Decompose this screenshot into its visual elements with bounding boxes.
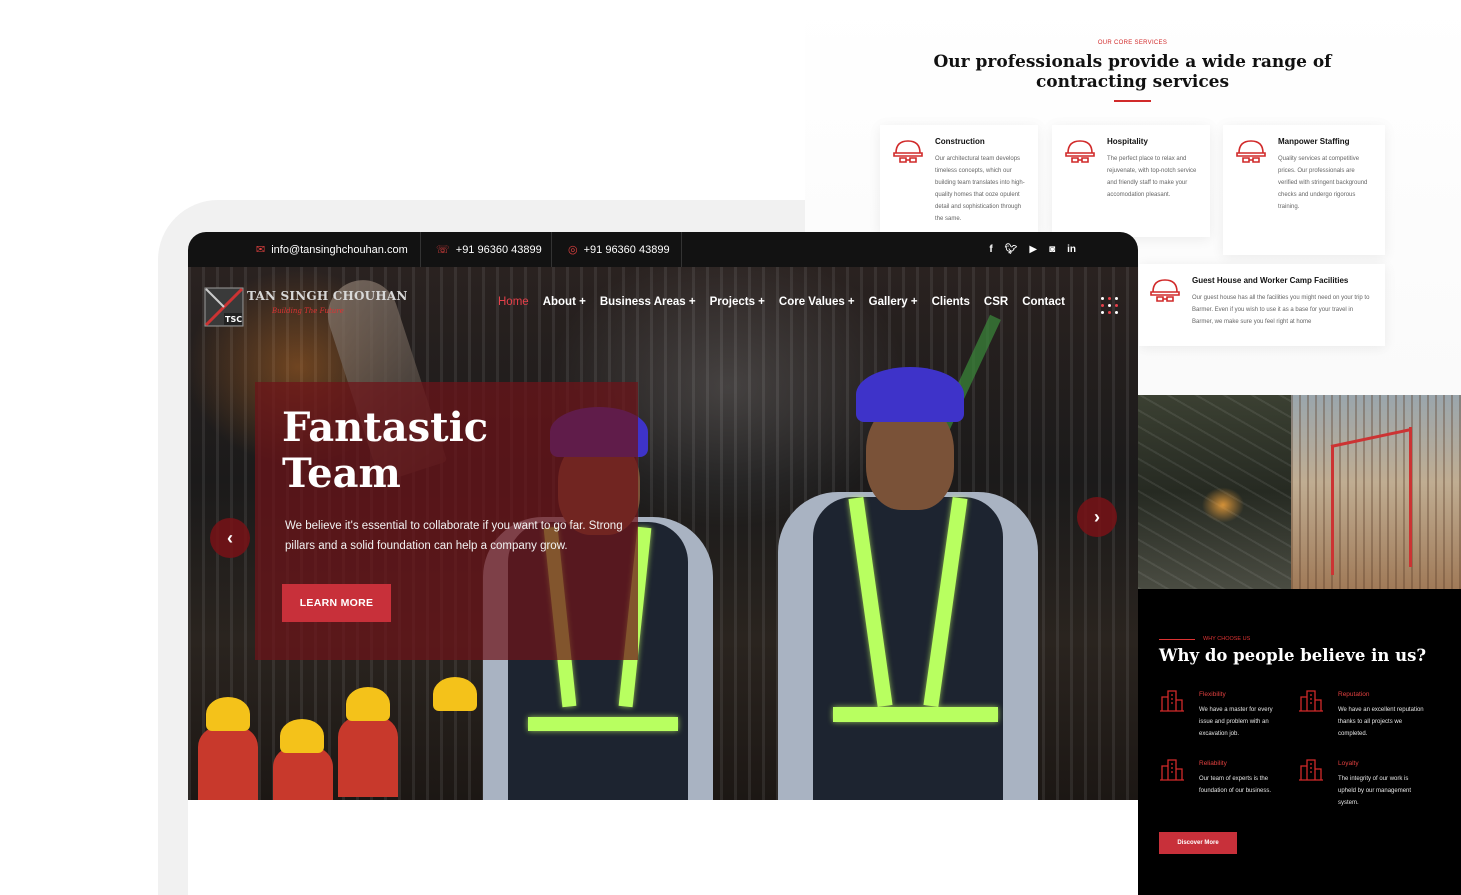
whatsapp-text: +91 96360 43899: [583, 243, 670, 256]
hard-hat-icon: [1150, 279, 1180, 302]
offcanvas-menu-icon[interactable]: [1101, 297, 1119, 315]
service-text: The perfect place to relax and rejuvenat…: [1107, 156, 1197, 198]
service-title: Manpower Staffing: [1278, 137, 1350, 146]
phone-text: +91 96360 43899: [455, 243, 542, 256]
twitter-icon[interactable]: 🐦︎: [1005, 244, 1018, 255]
nav-item-business-areas[interactable]: Business Areas +: [600, 296, 696, 308]
service-text: Our architectural team develops timeless…: [935, 156, 1025, 222]
hero-description: We believe it's essential to collaborate…: [285, 520, 623, 552]
youtube-icon[interactable]: ▶: [1029, 244, 1037, 255]
service-text: Our guest house has all the facilities y…: [1192, 295, 1370, 325]
nav-item-about[interactable]: About +: [543, 296, 586, 308]
top-bar: ✉ info@tansinghchouhan.com ☏ +91 96360 4…: [188, 232, 1138, 267]
divider: [681, 232, 682, 267]
service-text: Quality services at competitive prices. …: [1278, 156, 1368, 210]
why-item-text: We have an excellent reputation thanks t…: [1338, 707, 1424, 737]
service-card-construction[interactable]: Construction Our architectural team deve…: [880, 125, 1038, 237]
divider: [551, 232, 552, 267]
hard-hat-icon: [1065, 140, 1095, 163]
building-icon: [1299, 759, 1323, 781]
building-icon: [1299, 690, 1323, 712]
social-links: f 🐦︎ ▶ ◙ in: [989, 232, 1076, 267]
main-nav: TSC TAN SINGH CHOUHAN Building The Futur…: [188, 267, 1138, 337]
discover-more-button[interactable]: Discover More: [1159, 832, 1237, 854]
why-title: Why do people believe in us?: [1159, 646, 1427, 665]
email-text: info@tansinghchouhan.com: [271, 243, 408, 256]
instagram-icon[interactable]: ◙: [1049, 244, 1055, 255]
phone-icon: ☏: [436, 244, 450, 256]
site-photo-day: [1291, 395, 1461, 589]
whatsapp-link[interactable]: ◎ +91 96360 43899: [568, 232, 670, 267]
why-item-title: Reliability: [1199, 760, 1227, 767]
nav-item-csr[interactable]: CSR: [984, 296, 1008, 308]
nav-item-core-values[interactable]: Core Values +: [779, 296, 855, 308]
divider: [420, 232, 421, 267]
why-item-title: Reputation: [1338, 691, 1370, 698]
whatsapp-icon: ◎: [568, 244, 578, 256]
envelope-icon: ✉: [256, 244, 266, 256]
service-card-guest-house[interactable]: Guest House and Worker Camp Facilities O…: [1139, 264, 1385, 346]
why-choose-us-section: WHY CHOOSE US Why do people believe in u…: [1138, 589, 1461, 895]
nav-menu: Home About + Business Areas + Projects +…: [498, 267, 1079, 337]
brand-tagline: Building The Future: [272, 307, 344, 315]
hard-hat-icon: [893, 140, 923, 163]
facebook-icon[interactable]: f: [989, 244, 992, 255]
services-eyebrow: OUR CORE SERVICES: [1097, 40, 1168, 46]
background-workers: [188, 647, 508, 800]
nav-item-contact[interactable]: Contact: [1022, 296, 1065, 308]
brand-name: TAN SINGH CHOUHAN: [247, 289, 408, 303]
svg-text:TSC: TSC: [225, 315, 242, 324]
nav-item-clients[interactable]: Clients: [932, 296, 970, 308]
building-icon: [1160, 759, 1184, 781]
nav-item-gallery[interactable]: Gallery +: [869, 296, 918, 308]
hard-hat-icon: [1236, 140, 1266, 163]
services-title-underline: [1114, 100, 1151, 102]
learn-more-button[interactable]: LEARN MORE: [282, 584, 391, 622]
site-photo-night: [1138, 395, 1291, 589]
service-title: Construction: [935, 137, 985, 146]
website-frame: ✉ info@tansinghchouhan.com ☏ +91 96360 4…: [188, 232, 1138, 895]
nav-item-home[interactable]: Home: [498, 296, 529, 308]
why-item-title: Flexibility: [1199, 691, 1226, 698]
slider-next-icon[interactable]: ›: [1077, 497, 1117, 537]
email-link[interactable]: ✉ info@tansinghchouhan.com: [256, 232, 408, 267]
why-item-text: The integrity of our work is upheld by o…: [1338, 776, 1412, 806]
building-icon: [1160, 690, 1184, 712]
service-title: Guest House and Worker Camp Facilities: [1192, 276, 1349, 285]
nav-item-projects[interactable]: Projects +: [710, 296, 765, 308]
service-card-manpower[interactable]: Manpower Staffing Quality services at co…: [1223, 125, 1385, 255]
linkedin-icon[interactable]: in: [1067, 244, 1076, 255]
worker-right-photo: [758, 357, 1058, 800]
why-item-text: Our team of experts is the foundation of…: [1199, 776, 1272, 794]
why-eyebrow: WHY CHOOSE US: [1159, 636, 1250, 642]
hero-title: Fantastic Team: [282, 404, 489, 497]
why-item-title: Loyalty: [1338, 760, 1359, 767]
company-logo[interactable]: TSC: [204, 287, 244, 327]
why-item-text: We have a master for every issue and pro…: [1199, 707, 1273, 737]
services-title: Our professionals provide a wide range o…: [933, 52, 1332, 92]
service-title: Hospitality: [1107, 137, 1148, 146]
service-card-hospitality[interactable]: Hospitality The perfect place to relax a…: [1052, 125, 1210, 237]
slider-prev-icon[interactable]: ‹: [210, 518, 250, 558]
phone-link[interactable]: ☏ +91 96360 43899: [436, 232, 542, 267]
